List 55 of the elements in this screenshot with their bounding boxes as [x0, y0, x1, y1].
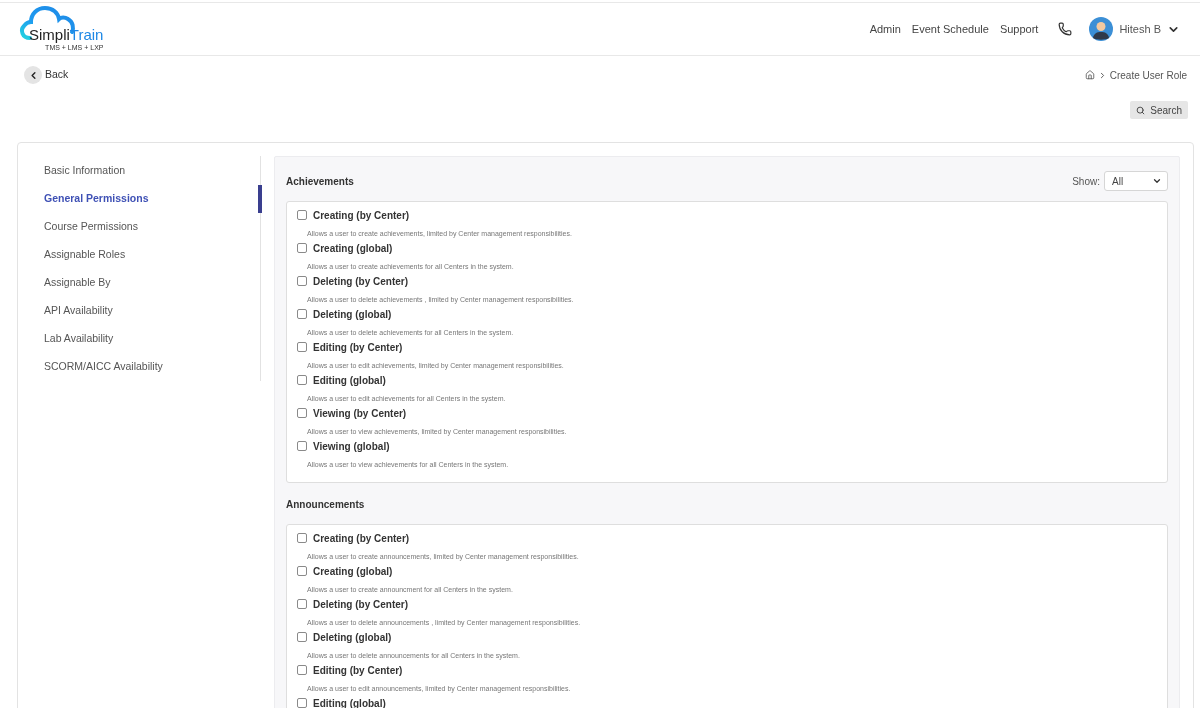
sidebar-item[interactable]: Assignable Roles: [44, 247, 126, 263]
checkbox[interactable]: [297, 276, 307, 286]
show-label: Show:: [1072, 174, 1100, 189]
permission-label[interactable]: Viewing (by Center): [313, 405, 407, 421]
checkbox[interactable]: [297, 342, 307, 352]
permission-label[interactable]: Creating (global): [313, 240, 393, 256]
sidebar-item[interactable]: SCORM/AICC Availability: [44, 359, 163, 375]
chevron-left-icon: [24, 66, 42, 84]
sidebar-item[interactable]: Lab Availability: [44, 331, 114, 347]
checkbox[interactable]: [297, 243, 307, 253]
checkbox[interactable]: [297, 698, 307, 708]
sidebar-item[interactable]: Assignable By: [44, 275, 111, 291]
checkbox[interactable]: [297, 566, 307, 576]
sidebar-item[interactable]: Course Permissions: [44, 219, 138, 235]
permission-label[interactable]: Deleting (global): [313, 306, 392, 322]
section-title: Achievements: [286, 174, 354, 189]
search-icon: [1136, 105, 1146, 115]
checkbox[interactable]: [297, 375, 307, 385]
permission-label[interactable]: Viewing (global): [313, 438, 390, 454]
permission-label[interactable]: Editing (by Center): [313, 339, 403, 355]
sidebar-item[interactable]: API Availability: [44, 303, 113, 319]
permission-label[interactable]: Editing (by Center): [313, 662, 403, 678]
search-button[interactable]: Search: [1130, 101, 1188, 119]
home-icon[interactable]: [1084, 70, 1095, 80]
permission-label[interactable]: Creating (by Center): [313, 530, 410, 546]
permission-label[interactable]: Editing (global): [313, 695, 386, 708]
permission-label[interactable]: Deleting (global): [313, 629, 392, 645]
user-avatar[interactable]: [1089, 17, 1114, 41]
user-name[interactable]: Hitesh B: [1119, 20, 1161, 38]
permission-label[interactable]: Deleting (by Center): [313, 273, 408, 289]
checkbox[interactable]: [297, 309, 307, 319]
sidebar-item[interactable]: General Permissions: [44, 191, 149, 207]
permission-label[interactable]: Editing (global): [313, 372, 386, 388]
checkbox[interactable]: [297, 533, 307, 543]
nav-link[interactable]: Admin: [869, 20, 901, 38]
checkbox[interactable]: [297, 408, 307, 418]
phone-icon[interactable]: [1058, 22, 1073, 36]
checkbox[interactable]: [297, 441, 307, 451]
selection-indicator: [258, 185, 262, 213]
logo-wordmark: SimpliTrain: [29, 27, 104, 43]
show-filter-select[interactable]: All: [1104, 171, 1168, 191]
checkbox[interactable]: [297, 599, 307, 609]
nav-link[interactable]: Event Schedule: [911, 20, 989, 38]
checkbox[interactable]: [297, 210, 307, 220]
back-button[interactable]: Back: [24, 66, 69, 84]
permission-label[interactable]: Creating (by Center): [313, 207, 410, 223]
breadcrumb-current: Create User Role: [1109, 68, 1187, 83]
section-title: Announcements: [286, 497, 365, 512]
permission-label[interactable]: Deleting (by Center): [313, 596, 408, 612]
checkbox[interactable]: [297, 632, 307, 642]
chevron-down-icon: [1152, 176, 1162, 186]
sidebar-item[interactable]: Basic Information: [44, 163, 126, 179]
permission-label[interactable]: Creating (global): [313, 563, 393, 579]
checkbox[interactable]: [297, 665, 307, 675]
nav-link[interactable]: Support: [999, 20, 1039, 38]
